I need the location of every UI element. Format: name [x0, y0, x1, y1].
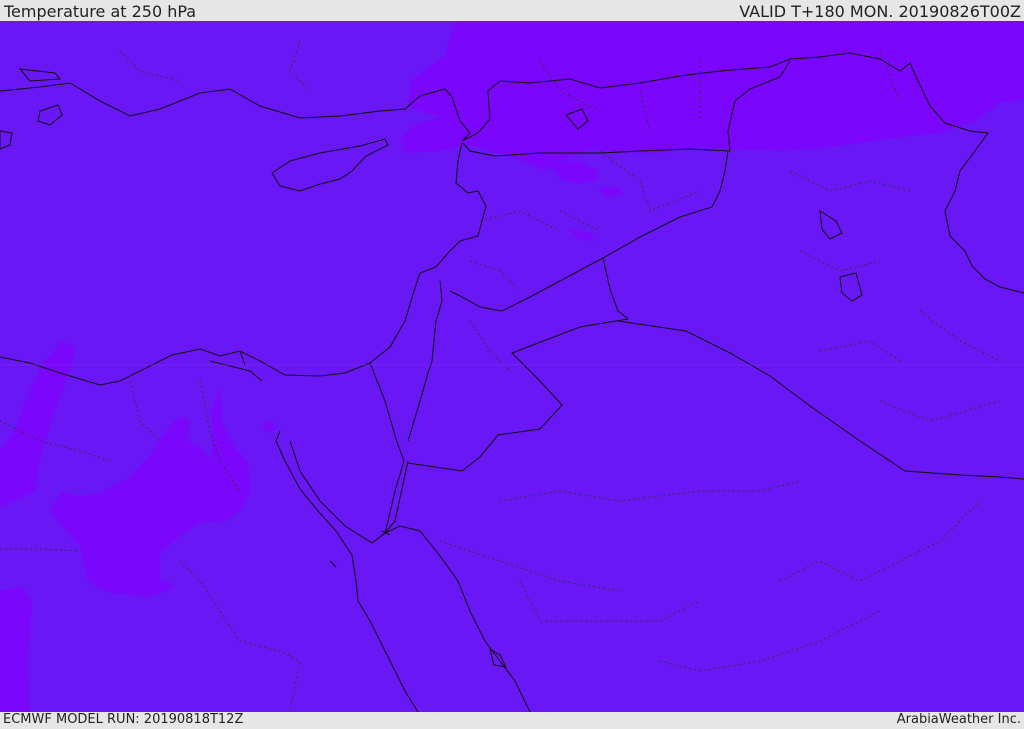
contour-region-west-edge [0, 587, 32, 712]
valid-time-label: VALID T+180 MON. 20190826T00Z [739, 2, 1021, 21]
map-title: Temperature at 250 hPa [4, 2, 197, 21]
credit-label: ArabiaWeather Inc. [896, 712, 1021, 727]
map-canvas [0, 21, 1024, 712]
weather-map-page: Temperature at 250 hPa VALID T+180 MON. … [0, 0, 1024, 729]
temperature-map[interactable] [0, 21, 1024, 712]
model-run-label: ECMWF MODEL RUN: 20190818T12Z [3, 712, 244, 727]
footer-bar: ECMWF MODEL RUN: 20190818T12Z ArabiaWeat… [0, 712, 1024, 729]
header-bar: Temperature at 250 hPa VALID T+180 MON. … [0, 0, 1024, 21]
